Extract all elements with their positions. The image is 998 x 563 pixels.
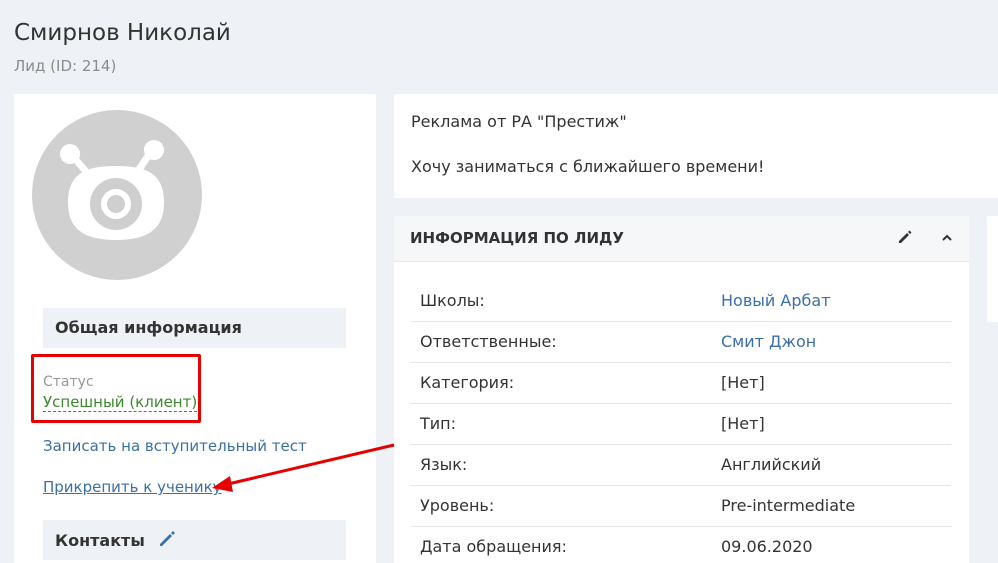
lead-info-title: ИНФОРМАЦИЯ ПО ЛИДУ xyxy=(410,229,624,247)
pencil-icon[interactable] xyxy=(898,230,912,248)
note-line-1: Реклама от РА "Престиж" xyxy=(411,112,627,131)
row-value: [Нет] xyxy=(721,362,951,404)
row-value: [Нет] xyxy=(721,403,951,445)
enroll-test-link[interactable]: Записать на вступительный тест xyxy=(43,437,307,455)
lead-info-header: ИНФОРМАЦИЯ ПО ЛИДУ xyxy=(394,216,969,262)
row-label: Дата обращения: xyxy=(411,526,721,563)
table-row: Уровень: Pre-intermediate xyxy=(411,485,951,527)
row-value: Английский xyxy=(721,444,951,486)
row-label: Ответственные: xyxy=(411,321,721,363)
table-row: Дата обращения: 09.06.2020 xyxy=(411,526,951,563)
table-row: Ответственные: Смит Джон xyxy=(411,321,951,363)
contacts-title: Контакты xyxy=(55,531,145,550)
lead-note-card: Реклама от РА "Престиж" Хочу заниматься … xyxy=(394,94,998,198)
page-subtitle: Лид (ID: 214) xyxy=(14,57,117,75)
page-title: Смирнов Николай xyxy=(14,20,231,46)
avatar xyxy=(32,110,202,280)
table-row: Язык: Английский xyxy=(411,444,951,486)
attach-student-link[interactable]: Прикрепить к ученику xyxy=(43,478,222,496)
table-row: Категория: [Нет] xyxy=(411,362,951,404)
lead-info-table: Школы: Новый Арбат Ответственные: Смит Д… xyxy=(411,280,951,563)
chevron-up-icon[interactable] xyxy=(941,230,953,248)
row-label: Тип: xyxy=(411,403,721,445)
row-value: 09.06.2020 xyxy=(721,526,951,563)
row-label: Уровень: xyxy=(411,485,721,527)
contacts-header: Контакты xyxy=(43,520,346,560)
general-info-header: Общая информация xyxy=(43,308,346,348)
pencil-icon[interactable] xyxy=(158,530,176,548)
profile-card: Общая информация Статус Успешный (клиент… xyxy=(14,94,376,563)
table-row: Тип: [Нет] xyxy=(411,403,951,445)
lead-info-card: ИНФОРМАЦИЯ ПО ЛИДУ Школы: Новый Арбат От… xyxy=(394,216,969,563)
note-line-2: Хочу заниматься с ближайшего времени! xyxy=(411,157,765,176)
side-card-fragment xyxy=(987,216,998,322)
row-label: Язык: xyxy=(411,444,721,486)
row-label: Школы: xyxy=(411,280,721,322)
avatar-monster-icon xyxy=(60,140,164,240)
row-label: Категория: xyxy=(411,362,721,404)
responsible-link[interactable]: Смит Джон xyxy=(721,321,951,363)
row-value: Pre-intermediate xyxy=(721,485,951,527)
table-row: Школы: Новый Арбат xyxy=(411,280,951,322)
school-link[interactable]: Новый Арбат xyxy=(721,280,951,322)
annotation-highlight-box xyxy=(31,354,201,423)
